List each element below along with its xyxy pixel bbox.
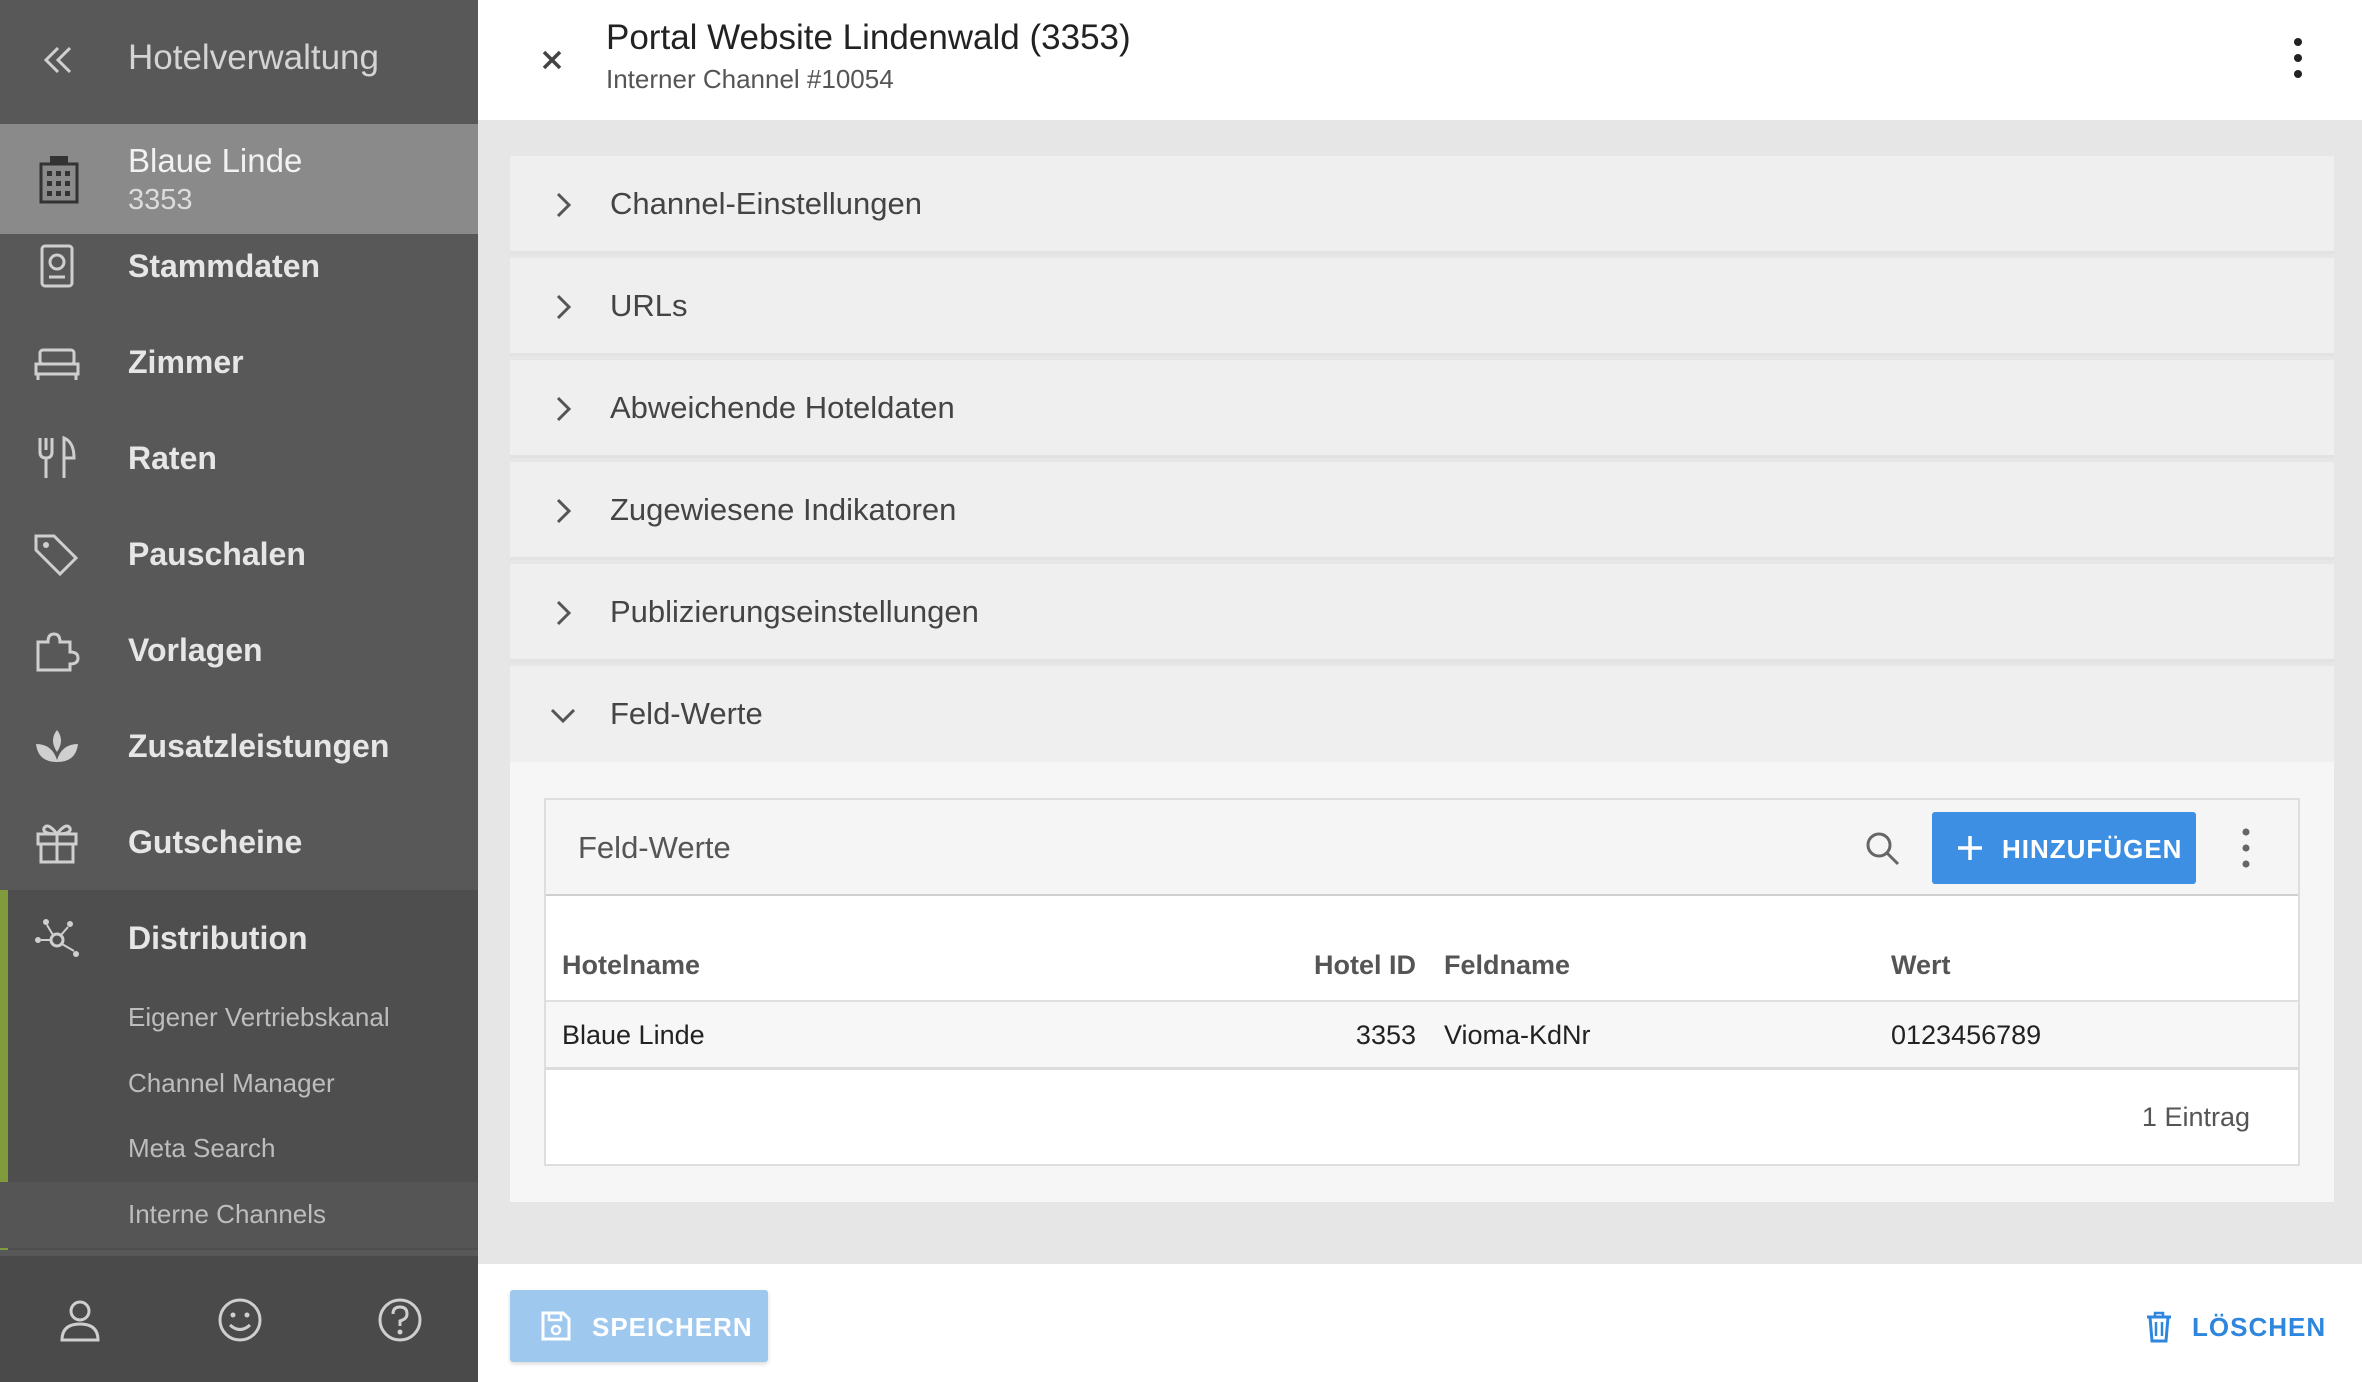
hotel-icon — [39, 156, 79, 204]
passport-icon — [40, 244, 74, 288]
panel-publizierungseinstellungen[interactable]: Publizierungseinstellungen — [510, 564, 2334, 662]
chevron-right-icon — [556, 600, 572, 626]
chevron-right-icon — [556, 498, 572, 524]
more-vert-icon[interactable] — [2238, 826, 2254, 870]
sidebar-item-distribution[interactable]: Distribution — [0, 890, 478, 986]
panel-feld-werte[interactable]: Feld-Werte — [510, 666, 2334, 764]
save-button-label: SPEICHERN — [592, 1312, 753, 1342]
sidebar-item-label: Pauschalen — [128, 536, 306, 572]
column-header-feldname[interactable]: Feldname — [1444, 950, 1570, 981]
tags-icon — [34, 534, 79, 577]
network-icon — [35, 919, 79, 957]
cell-hotelname: Blaue Linde — [562, 1020, 705, 1050]
cell-wert: 0123456789 — [1891, 1020, 2042, 1050]
sidebar-footer — [0, 1256, 478, 1382]
sidebar-item-label: Distribution — [128, 920, 308, 956]
panel-title: Abweichende Hoteldaten — [610, 390, 955, 425]
bed-icon — [34, 348, 80, 380]
user-icon[interactable] — [56, 1296, 104, 1344]
double-chevron-left-icon[interactable] — [38, 40, 78, 80]
help-icon[interactable] — [376, 1296, 424, 1344]
sidebar-subitem-channel-manager[interactable]: Channel Manager — [128, 1068, 335, 1099]
sidebar-item-pauschalen[interactable]: Pauschalen — [0, 506, 478, 602]
detail-header: Portal Website Lindenwald (3353) Interne… — [478, 0, 2362, 120]
panel-title: URLs — [610, 288, 688, 323]
field-values-card: Feld-Werte HINZUFÜGEN Hotelname Hotel ID… — [544, 798, 2300, 1166]
sidebar: Hotelverwaltung Blaue Linde 3353 Stammda… — [0, 0, 478, 1382]
sidebar-header: Hotelverwaltung — [0, 0, 478, 122]
add-button-label: HINZUFÜGEN — [2002, 834, 2183, 864]
sidebar-item-label: Zimmer — [128, 344, 244, 380]
sidebar-item-vorlagen[interactable]: Vorlagen — [0, 602, 478, 698]
sidebar-subitem-interne-channels[interactable]: Interne Channels — [128, 1199, 326, 1230]
save-button[interactable]: SPEICHERN — [510, 1290, 768, 1362]
sidebar-item-gutscheine[interactable]: Gutscheine — [0, 794, 478, 890]
panel-zugewiesene-indikatoren[interactable]: Zugewiesene Indikatoren — [510, 462, 2334, 560]
detail-view: Portal Website Lindenwald (3353) Interne… — [478, 0, 2362, 1382]
sidebar-title: Hotelverwaltung — [128, 38, 379, 77]
delete-button-label: LÖSCHEN — [2192, 1312, 2327, 1342]
field-values-title: Feld-Werte — [578, 830, 731, 865]
table-header: Hotelname Hotel ID Feldname Wert — [546, 896, 2298, 1002]
close-icon[interactable] — [534, 42, 570, 78]
column-header-hotelname[interactable]: Hotelname — [562, 950, 700, 981]
column-header-wert[interactable]: Wert — [1891, 950, 1951, 981]
column-header-hotel-id[interactable]: Hotel ID — [1314, 950, 1416, 981]
panel-channel-einstellungen[interactable]: Channel-Einstellungen — [510, 156, 2334, 254]
sidebar-item-label: Zusatzleistungen — [128, 728, 390, 764]
cutlery-icon — [38, 435, 76, 478]
panel-title: Channel-Einstellungen — [610, 186, 922, 221]
sidebar-item-raten[interactable]: Raten — [0, 410, 478, 506]
page-title: Portal Website Lindenwald (3353) — [606, 18, 1131, 57]
sidebar-subitem-eigener-vertriebskanal[interactable]: Eigener Vertriebskanal — [128, 1002, 390, 1033]
save-icon — [541, 1311, 571, 1341]
delete-button[interactable]: LÖSCHEN — [2132, 1290, 2332, 1362]
panel-title: Feld-Werte — [610, 696, 763, 731]
sidebar-item-label: Stammdaten — [128, 248, 321, 284]
action-bar: SPEICHERN LÖSCHEN — [478, 1264, 2362, 1382]
cell-hotel-id: 3353 — [1355, 1020, 1416, 1050]
panel-abweichende-hoteldaten[interactable]: Abweichende Hoteldaten — [510, 360, 2334, 458]
sidebar-item-label: Gutscheine — [128, 824, 303, 860]
sidebar-item-label: Raten — [128, 440, 217, 476]
chevron-down-icon — [550, 708, 576, 724]
page-subtitle: Interner Channel #10054 — [606, 64, 894, 94]
smiley-icon[interactable] — [216, 1296, 264, 1344]
chevron-right-icon — [556, 396, 572, 422]
add-button[interactable]: HINZUFÜGEN — [1932, 812, 2196, 884]
gift-icon — [36, 824, 78, 864]
panel-title: Publizierungseinstellungen — [610, 594, 979, 629]
sidebar-item-stammdaten[interactable]: Stammdaten — [0, 218, 478, 314]
entry-count: 1 Eintrag — [2141, 1102, 2250, 1132]
panel-title: Zugewiesene Indikatoren — [610, 492, 957, 527]
hotel-name: Blaue Linde — [128, 142, 303, 179]
more-vert-icon[interactable] — [2288, 34, 2308, 82]
cell-feldname: Vioma-KdNr — [1444, 1020, 1591, 1050]
chevron-right-icon — [556, 294, 572, 320]
hotel-id: 3353 — [128, 184, 193, 216]
spa-icon — [36, 730, 78, 762]
panel-feld-werte-body: Feld-Werte HINZUFÜGEN Hotelname Hotel ID… — [510, 762, 2334, 1202]
puzzle-icon — [36, 632, 80, 672]
plus-icon — [1958, 836, 1982, 860]
sidebar-item-zusatzleistungen[interactable]: Zusatzleistungen — [0, 698, 478, 794]
table-row[interactable]: Blaue Linde 3353 Vioma-KdNr 0123456789 — [546, 1002, 2298, 1070]
panel-urls[interactable]: URLs — [510, 258, 2334, 356]
search-icon[interactable] — [1862, 828, 1902, 868]
sidebar-item-zimmer[interactable]: Zimmer — [0, 314, 478, 410]
field-values-toolbar: Feld-Werte HINZUFÜGEN — [546, 800, 2298, 896]
sidebar-subitem-meta-search[interactable]: Meta Search — [128, 1133, 275, 1164]
trash-icon — [2147, 1311, 2171, 1343]
sidebar-item-label: Vorlagen — [128, 632, 263, 668]
chevron-right-icon — [556, 192, 572, 218]
